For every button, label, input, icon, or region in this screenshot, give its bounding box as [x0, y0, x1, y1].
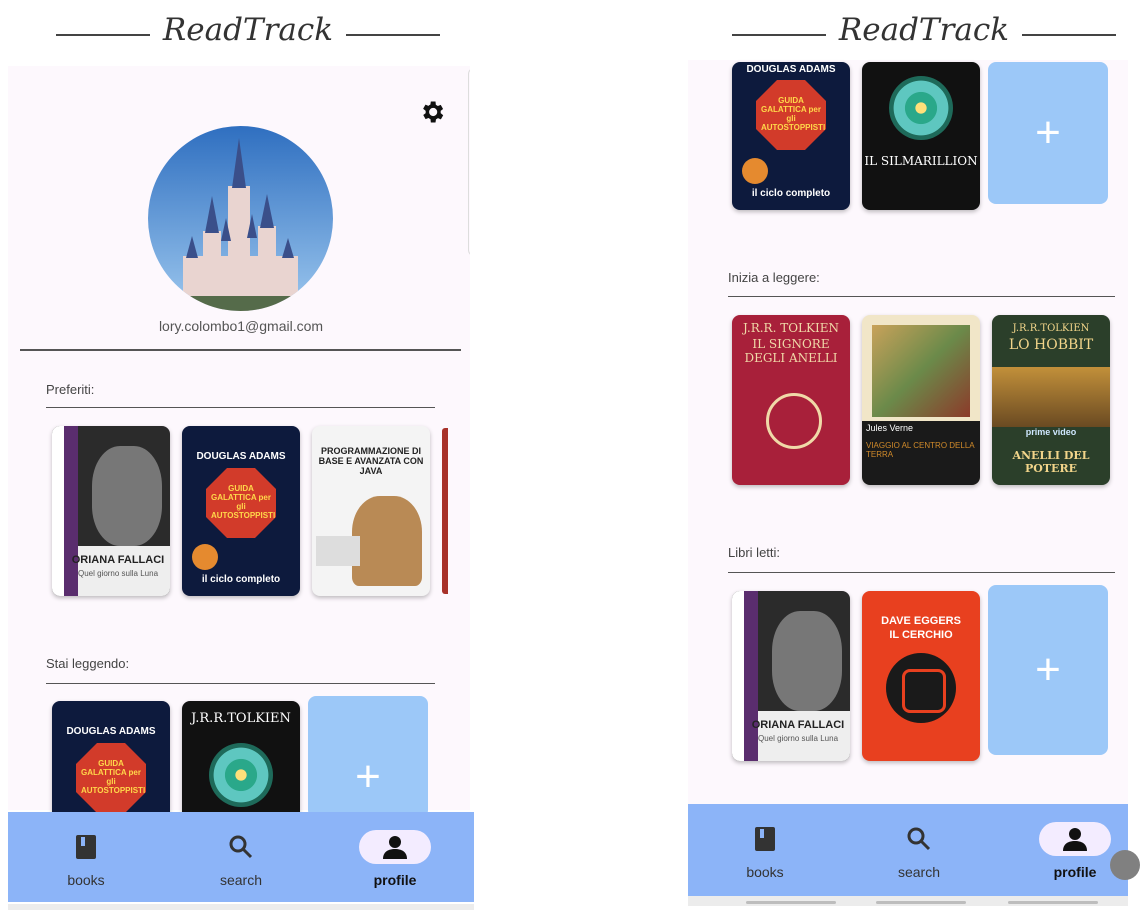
book-cover-java[interactable]: PROGRAMMAZIONE DI BASE E AVANZATA CON JA… [312, 426, 430, 596]
bottom-navigation: books search profile [688, 804, 1128, 896]
app-title: ReadTrack [838, 12, 1010, 48]
nav-item-books[interactable]: books [11, 812, 161, 910]
castle-image [148, 126, 333, 311]
nav-pill [1008, 901, 1098, 904]
profile-screen-left: ReadTrack lory.colombo1@gmail.com Prefer… [8, 0, 474, 910]
nav-pill [746, 901, 836, 904]
book-author: DOUGLAS ADAMS [746, 64, 836, 75]
profile-avatar[interactable] [148, 126, 333, 311]
add-book-button-favorites[interactable]: + [988, 62, 1108, 204]
nav-label-search: search [219, 872, 263, 888]
book-cover-fallacci[interactable]: ORIANA FALLACI Quel giorno sulla Luna [732, 591, 850, 761]
book-title: GUIDA GALATTICA per gli AUTOSTOPPISTI [761, 96, 826, 132]
book-cover-lo-hobbit[interactable]: J.R.R.TOLKIEN LO HOBBIT prime video ANEL… [992, 315, 1110, 485]
section-label-favorites: Preferiti: [46, 382, 95, 397]
nav-label-books: books [67, 872, 105, 888]
side-sheet-edge [468, 68, 470, 256]
book-cover-guida-galattica[interactable]: DOUGLAS ADAMS GUIDA GALATTICA per gli AU… [182, 426, 300, 596]
book-subtitle-2: ANELLI DEL POTERE [1012, 449, 1090, 475]
nav-label-search: search [897, 864, 941, 880]
add-book-button-read[interactable]: + [988, 585, 1108, 755]
book-subtitle: il ciclo completo [201, 574, 281, 585]
floating-dot-button[interactable] [1110, 850, 1140, 880]
search-icon [205, 830, 277, 864]
header-rule-right [1022, 34, 1116, 36]
plus-icon: + [355, 752, 381, 801]
reading-divider [46, 683, 435, 684]
book-author: DOUGLAS ADAMS [66, 726, 156, 737]
book-cover-il-cerchio[interactable]: DAVE EGGERS IL CERCHIO [862, 591, 980, 761]
nav-item-profile[interactable]: profile [320, 812, 470, 910]
person-icon [1039, 822, 1111, 856]
section-label-reading: Stai leggendo: [46, 656, 130, 671]
read-divider [728, 572, 1115, 573]
bottom-navigation: books search profile [8, 812, 474, 902]
book-title: IL SIGNORE DEGLI ANELLI [744, 337, 838, 365]
book-author: J.R.R.TOLKIEN [191, 711, 291, 726]
app-title: ReadTrack [162, 12, 334, 48]
book-cover-partial[interactable] [442, 428, 448, 594]
favorites-divider [46, 407, 435, 408]
nav-label-profile: profile [373, 872, 417, 888]
book-author: J.R.R.TOLKIEN [1012, 323, 1090, 334]
section-label-to-start: Inizia a leggere: [728, 270, 820, 285]
book-title: VIAGGIO AL CENTRO DELLA TERRA [866, 441, 975, 459]
system-bar [688, 896, 1128, 906]
book-title: Quel giorno sulla Luna [757, 734, 839, 743]
settings-gear-icon[interactable] [418, 98, 446, 126]
plus-icon: + [1035, 108, 1061, 157]
profile-divider [20, 349, 461, 351]
add-book-button-reading[interactable]: + [308, 696, 428, 818]
header-rule-right [346, 34, 440, 36]
profile-screen-right: ReadTrack DOUGLAS ADAMS GUIDA GALATTICA … [688, 0, 1142, 908]
book-icon [50, 830, 122, 864]
book-subtitle: prime video [1025, 427, 1077, 437]
nav-pill [876, 901, 966, 904]
book-title: IL SILMARILLION [864, 154, 978, 168]
book-author: DAVE EGGERS [881, 615, 961, 627]
nav-label-books: books [746, 864, 784, 880]
search-icon [883, 822, 955, 856]
book-author: DOUGLAS ADAMS [196, 451, 286, 462]
book-cover-signore-anelli[interactable]: J.R.R. TOLKIEN IL SIGNORE DEGLI ANELLI [732, 315, 850, 485]
book-cover-silmarillion[interactable]: IL SILMARILLION [862, 62, 980, 210]
book-title: PROGRAMMAZIONE DI BASE E AVANZATA CON JA… [318, 446, 424, 476]
book-title: GUIDA GALATTICA per gli AUTOSTOPPISTI [81, 759, 146, 795]
book-cover-guida-galattica[interactable]: DOUGLAS ADAMS GUIDA GALATTICA per gli AU… [732, 62, 850, 210]
book-author: J.R.R. TOLKIEN [743, 321, 839, 335]
book-title: IL CERCHIO [889, 629, 953, 641]
book-author: ORIANA FALLACI [71, 554, 165, 566]
book-title: Quel giorno sulla Luna [77, 569, 159, 578]
nav-item-books[interactable]: books [690, 804, 840, 902]
book-cover-viaggio-centro-terra[interactable]: Jules Verne VIAGGIO AL CENTRO DELLA TERR… [862, 315, 980, 485]
section-label-read: Libri letti: [728, 545, 781, 560]
book-icon [729, 822, 801, 856]
nav-item-search[interactable]: search [166, 812, 316, 910]
nav-item-search[interactable]: search [844, 804, 994, 902]
person-icon [359, 830, 431, 864]
book-author: Jules Verne [866, 423, 914, 433]
app-header: ReadTrack [48, 8, 448, 54]
book-subtitle: il ciclo completo [751, 188, 831, 199]
to-start-divider [728, 296, 1115, 297]
plus-icon: + [1035, 645, 1061, 694]
book-author: ORIANA FALLACI [751, 719, 845, 731]
app-header: ReadTrack [724, 8, 1124, 54]
book-title: GUIDA GALATTICA per gli AUTOSTOPPISTI [211, 484, 276, 520]
system-bar [8, 904, 474, 910]
book-cover-fallacci[interactable]: ORIANA FALLACI Quel giorno sulla Luna [52, 426, 170, 596]
user-email: lory.colombo1@gmail.com [158, 318, 324, 334]
book-title: LO HOBBIT [1008, 337, 1094, 353]
